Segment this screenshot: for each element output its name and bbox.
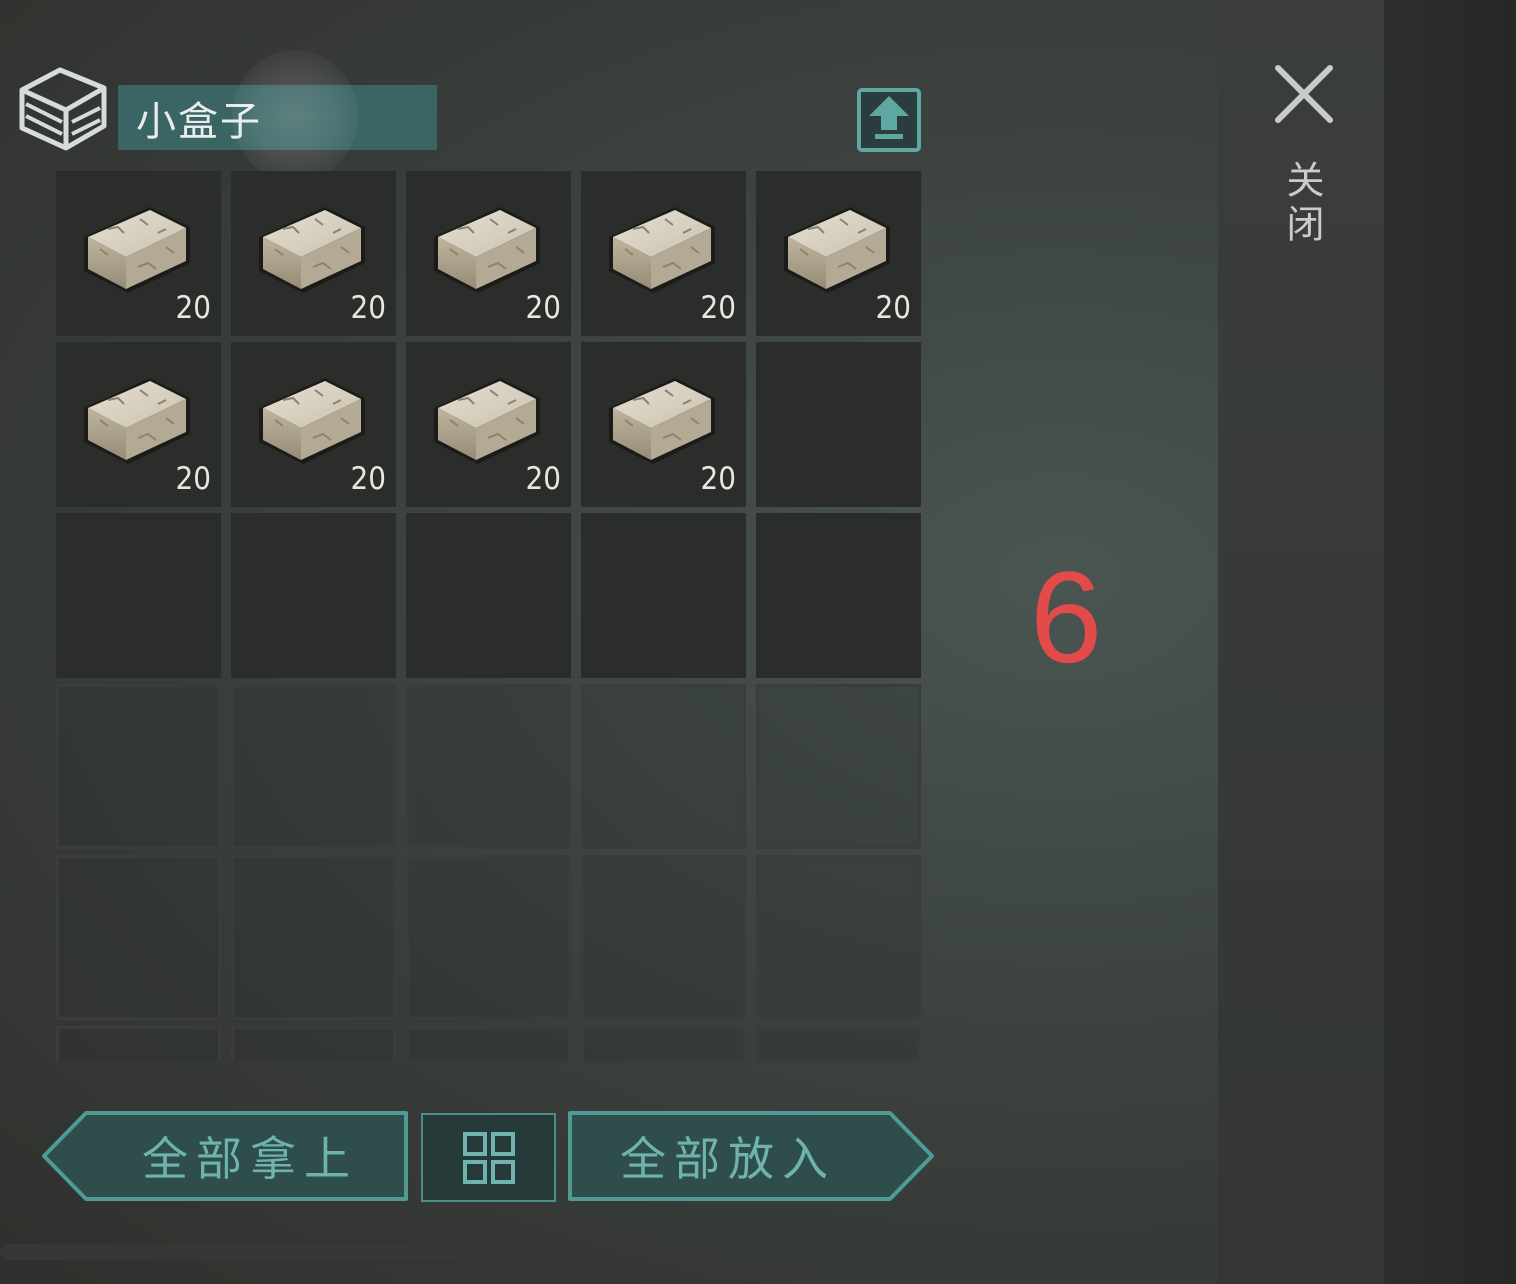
item-count: 20: [175, 290, 211, 326]
inventory-slot-empty[interactable]: [56, 513, 221, 678]
inventory-slot-locked: [231, 684, 396, 849]
container-title: 小盒子: [136, 98, 262, 145]
inventory-slot-locked: [756, 684, 921, 849]
item-count: 20: [525, 461, 561, 497]
box-icon: [14, 64, 110, 154]
stone-block-icon: [608, 377, 716, 465]
inventory-slot-locked: [406, 855, 571, 1020]
inventory-slot[interactable]: 20: [406, 171, 571, 336]
inventory-slot-locked: [56, 684, 221, 849]
item-count: 20: [700, 290, 736, 326]
stone-block-icon: [83, 206, 191, 294]
upload-button[interactable]: [857, 88, 921, 152]
inventory-slot[interactable]: 20: [56, 171, 221, 336]
inventory-slot-locked: [406, 684, 571, 849]
put-all-label: 全部放入: [620, 1132, 836, 1186]
inventory-grid: 20 20 20 20 20 20 20 20 20: [56, 171, 921, 1061]
game-screen: 关闭 小盒子 20 20 20 20 20 20 20 20 20 全部拿上 全…: [0, 0, 1516, 1284]
inventory-slot-locked: [581, 1026, 746, 1061]
inventory-slot-locked: [756, 855, 921, 1020]
inventory-slot-empty[interactable]: [231, 513, 396, 678]
put-all-button[interactable]: 全部放入: [568, 1110, 936, 1202]
upload-icon: [857, 88, 921, 152]
close-x-icon: [1275, 65, 1333, 123]
inventory-slot-empty[interactable]: [406, 513, 571, 678]
sort-button[interactable]: [421, 1113, 556, 1202]
inventory-slot-locked: [231, 1026, 396, 1061]
inventory-slot-empty[interactable]: [581, 513, 746, 678]
inventory-slot-locked: [56, 855, 221, 1020]
take-all-label: 全部拿上: [142, 1132, 358, 1186]
scrollbar[interactable]: [0, 1244, 484, 1260]
grid-sort-icon: [462, 1131, 515, 1184]
annotation-number: 6: [1030, 544, 1103, 690]
item-count: 20: [525, 290, 561, 326]
inventory-slot-empty[interactable]: [756, 513, 921, 678]
inventory-slot-locked: [581, 855, 746, 1020]
inventory-slot[interactable]: 20: [56, 342, 221, 507]
inventory-slot[interactable]: 20: [406, 342, 571, 507]
stone-block-icon: [258, 206, 366, 294]
item-count: 20: [350, 461, 386, 497]
stone-block-icon: [433, 377, 541, 465]
close-button[interactable]: [1262, 52, 1346, 136]
item-count: 20: [875, 290, 911, 326]
stone-block-icon: [783, 206, 891, 294]
item-count: 20: [175, 461, 211, 497]
inventory-slot-empty[interactable]: [756, 342, 921, 507]
item-count: 20: [700, 461, 736, 497]
inventory-slot[interactable]: 20: [231, 171, 396, 336]
stone-block-icon: [258, 377, 366, 465]
inventory-slot-locked: [56, 1026, 221, 1061]
item-count: 20: [350, 290, 386, 326]
inventory-slot[interactable]: 20: [581, 171, 746, 336]
container-title-bar: 小盒子: [118, 85, 437, 150]
inventory-slot[interactable]: 20: [581, 342, 746, 507]
take-all-button[interactable]: 全部拿上: [40, 1110, 408, 1202]
stone-block-icon: [433, 206, 541, 294]
stone-block-icon: [608, 206, 716, 294]
inventory-slot[interactable]: 20: [231, 342, 396, 507]
inventory-slot-locked: [756, 1026, 921, 1061]
far-right-panel: [1384, 0, 1516, 1284]
close-label[interactable]: 关闭: [1280, 160, 1330, 248]
inventory-slot-locked: [231, 855, 396, 1020]
inventory-slot-locked: [581, 684, 746, 849]
stone-block-icon: [83, 377, 191, 465]
inventory-slot-locked: [406, 1026, 571, 1061]
inventory-slot[interactable]: 20: [756, 171, 921, 336]
